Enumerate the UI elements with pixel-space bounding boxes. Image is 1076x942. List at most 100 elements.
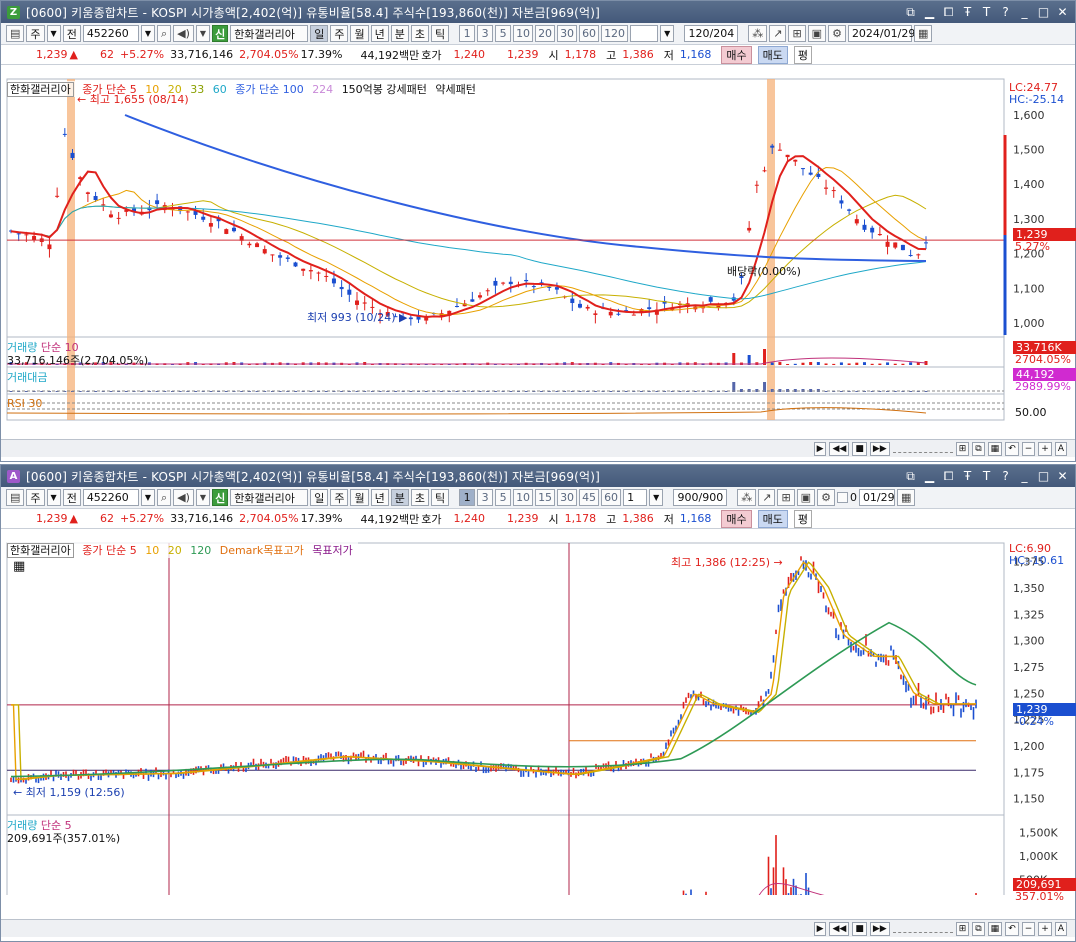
font-icon[interactable]: Ŧ	[961, 469, 974, 484]
zoom-in-icon[interactable]: +	[1038, 441, 1052, 456]
save-icon[interactable]: ▣	[796, 489, 816, 506]
kind-dropdown-icon[interactable]: ▼	[46, 25, 61, 42]
speaker-dropdown-icon[interactable]: ▼	[195, 489, 211, 506]
search-icon[interactable]: ⌕	[156, 489, 172, 506]
period-month[interactable]: 월	[350, 489, 369, 506]
period-day[interactable]: 일	[310, 25, 329, 42]
interval-5[interactable]: 5	[495, 25, 512, 42]
speaker-icon[interactable]: ◀)	[173, 489, 194, 506]
period-tick[interactable]: 틱	[430, 25, 450, 42]
calendar-icon[interactable]: ▦	[913, 25, 933, 42]
scroll-back-icon[interactable]: ◀◀	[829, 441, 850, 456]
overlap-icon[interactable]: ⊞	[788, 25, 806, 42]
period-year[interactable]: 년	[370, 489, 389, 506]
interval-15[interactable]: 15	[535, 489, 556, 506]
bottom-title-bar[interactable]: A [0600] 키움종합차트 - KOSPI 시가총액[2,402(억)] 유…	[1, 465, 1075, 487]
grid-icon[interactable]: ⁂	[748, 25, 768, 42]
average-button[interactable]: 평	[793, 45, 812, 64]
font-size-icon[interactable]: T	[980, 5, 993, 20]
market-select[interactable]: 전	[62, 25, 81, 42]
display-count-input[interactable]: 900/900	[673, 489, 728, 506]
buy-button[interactable]: 매수	[721, 45, 752, 64]
stock-code-input[interactable]: 452260	[82, 25, 139, 42]
stock-name[interactable]: 한화갤러리아	[230, 489, 309, 506]
period-second[interactable]: 초	[410, 489, 429, 506]
interval-10[interactable]: 10	[513, 25, 534, 42]
zoom-range-icon[interactable]: ⊞	[955, 921, 970, 936]
table-icon[interactable]: ▦	[987, 921, 1003, 936]
period-tick[interactable]: 틱	[430, 489, 450, 506]
scroll-stop-icon[interactable]: ■	[852, 921, 867, 936]
zoom-range-icon[interactable]: ⊞	[955, 441, 970, 456]
interval-5[interactable]: 5	[495, 489, 512, 506]
window-close-icon[interactable]: ✕	[1056, 469, 1069, 484]
speaker-dropdown-icon[interactable]: ▼	[195, 25, 211, 42]
trend-icon[interactable]: ↗	[769, 25, 787, 42]
zoom-out-icon[interactable]: −	[1021, 441, 1036, 456]
scroll-speed-slider[interactable]	[892, 924, 953, 933]
date-checkbox[interactable]	[836, 492, 848, 503]
period-month[interactable]: 월	[350, 25, 369, 42]
window-maximize-icon[interactable]: □	[1037, 469, 1050, 484]
interval-20[interactable]: 20	[535, 25, 556, 42]
stock-code-input[interactable]: 452260	[82, 489, 139, 506]
interval-3[interactable]: 3	[477, 489, 494, 506]
interval-dropdown-icon[interactable]: ▼	[649, 489, 664, 506]
window-minimize-icon[interactable]: _	[1018, 469, 1031, 484]
interval-custom-input[interactable]	[630, 25, 659, 42]
undo-icon[interactable]: ↶	[1005, 441, 1019, 456]
help-icon[interactable]: ?	[999, 5, 1012, 20]
table-icon[interactable]: ▦	[987, 441, 1003, 456]
market-select[interactable]: 전	[62, 489, 81, 506]
restore-icon[interactable]: ⧉	[904, 469, 917, 484]
window-maximize-icon[interactable]: □	[1037, 5, 1050, 20]
overlap-icon[interactable]: ⊞	[777, 489, 795, 506]
period-day[interactable]: 일	[310, 489, 329, 506]
minute-candlestick-chart[interactable]: 1,3751,3501,3251,3001,2751,2501,2251,200…	[1, 529, 1075, 895]
interval-10[interactable]: 10	[513, 489, 534, 506]
period-minute[interactable]: 분	[390, 489, 409, 506]
undo-icon[interactable]: ↶	[1005, 921, 1019, 936]
split-icon[interactable]: ⧉	[972, 441, 985, 456]
sell-button[interactable]: 매도	[757, 509, 788, 528]
scroll-forward-icon[interactable]: ▶▶	[869, 921, 890, 936]
link-icon[interactable]: ⧠	[942, 5, 955, 20]
date-input[interactable]: 2024/01/29	[847, 25, 915, 42]
period-week[interactable]: 주	[330, 489, 349, 506]
grid-icon[interactable]: ⁂	[737, 489, 757, 506]
font-icon[interactable]: Ŧ	[961, 5, 974, 20]
stock-name[interactable]: 한화갤러리아	[230, 25, 309, 42]
interval-45[interactable]: 45	[579, 489, 600, 506]
code-dropdown-icon[interactable]: ▼	[140, 489, 155, 506]
zoom-out-icon[interactable]: −	[1021, 921, 1036, 936]
panel-toggle-icon[interactable]: ▤	[6, 489, 25, 506]
period-year[interactable]: 년	[370, 25, 389, 42]
help-icon[interactable]: ?	[999, 469, 1012, 484]
scroll-stop-icon[interactable]: ■	[852, 441, 867, 456]
restore-icon[interactable]: ⧉	[904, 5, 917, 20]
minimize-icon[interactable]: ▁	[923, 5, 936, 20]
search-icon[interactable]: ⌕	[156, 25, 172, 42]
settings-icon[interactable]: ⚙	[817, 489, 835, 506]
link-icon[interactable]: ⧠	[942, 469, 955, 484]
interval-30[interactable]: 30	[557, 25, 578, 42]
interval-1[interactable]: 1	[459, 489, 476, 506]
kind-select[interactable]: 주	[26, 25, 45, 42]
panel-toggle-icon[interactable]: ▤	[6, 25, 25, 42]
scroll-play-icon[interactable]: ▶	[813, 441, 827, 456]
speaker-icon[interactable]: ◀)	[173, 25, 194, 42]
font-up-icon[interactable]: A	[1054, 921, 1067, 936]
daily-candlestick-chart[interactable]: 1,6001,5001,4001,3001,2001,1001,0002023/…	[1, 65, 1075, 421]
interval-30[interactable]: 30	[557, 489, 578, 506]
kind-dropdown-icon[interactable]: ▼	[46, 489, 61, 506]
date-input[interactable]: 01/29	[858, 489, 895, 506]
top-title-bar[interactable]: Z [0600] 키움종합차트 - KOSPI 시가총액[2,402(억)] 유…	[1, 1, 1075, 23]
scroll-back-icon[interactable]: ◀◀	[829, 921, 850, 936]
interval-120[interactable]: 120	[601, 25, 629, 42]
font-size-icon[interactable]: T	[980, 469, 993, 484]
settings-icon[interactable]: ⚙	[828, 25, 846, 42]
save-icon[interactable]: ▣	[807, 25, 827, 42]
data-table-icon[interactable]: ▦	[13, 559, 25, 574]
average-button[interactable]: 평	[793, 509, 812, 528]
scroll-play-icon[interactable]: ▶	[813, 921, 827, 936]
